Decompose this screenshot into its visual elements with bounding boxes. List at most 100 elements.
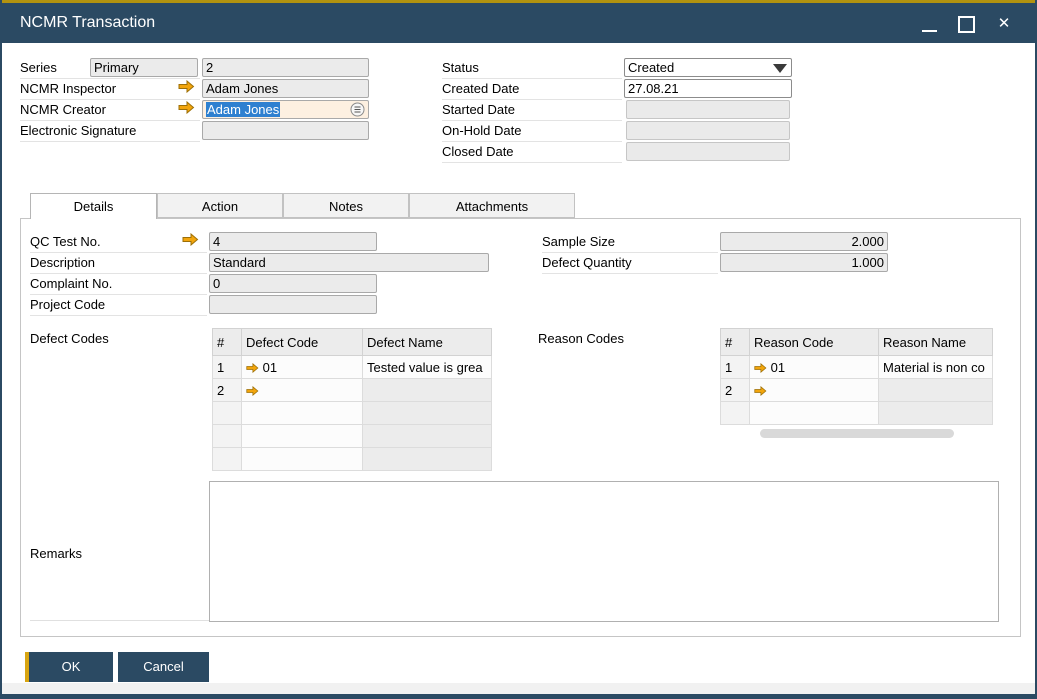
defect-code-cell[interactable] xyxy=(242,402,363,425)
table-row xyxy=(213,425,492,448)
defect-code-cell[interactable] xyxy=(242,379,363,402)
on-hold-date-field xyxy=(626,121,790,140)
defect-name-cell xyxy=(363,402,492,425)
tab-action[interactable]: Action xyxy=(157,193,283,218)
defect-codes-label: Defect Codes xyxy=(30,328,109,349)
column-header: Defect Code xyxy=(242,329,363,356)
defect-quantity-label: Defect Quantity xyxy=(542,252,718,274)
table-row xyxy=(213,402,492,425)
link-arrow-icon[interactable] xyxy=(246,386,259,396)
qc-test-no-field: 4 xyxy=(209,232,377,251)
table-row: 1 01 Tested value is grea xyxy=(213,356,492,379)
link-arrow-icon[interactable] xyxy=(754,363,767,373)
row-number xyxy=(213,402,242,425)
tab-attachments[interactable]: Attachments xyxy=(409,193,575,218)
maximize-button[interactable] xyxy=(953,11,979,37)
row-number xyxy=(213,448,242,471)
reason-code-cell[interactable]: 01 xyxy=(750,356,879,379)
reason-codes-table: # Reason Code Reason Name 1 01 Material … xyxy=(720,328,993,425)
choose-from-list-icon[interactable] xyxy=(350,102,365,117)
tab-details[interactable]: Details xyxy=(30,193,157,219)
closed-date-label: Closed Date xyxy=(442,141,622,163)
created-date-label: Created Date xyxy=(442,78,622,100)
reason-code-cell[interactable] xyxy=(750,402,879,425)
cancel-button[interactable]: Cancel xyxy=(118,652,209,682)
ncmr-inspector-field: Adam Jones xyxy=(202,79,369,98)
series-number-field: 2 xyxy=(202,58,369,77)
reason-name-cell xyxy=(879,402,993,425)
table-row: 2 xyxy=(213,379,492,402)
horizontal-scrollbar[interactable] xyxy=(760,429,954,438)
link-arrow-icon[interactable] xyxy=(754,386,767,396)
sample-size-field: 2.000 xyxy=(720,232,888,251)
remarks-row-separator xyxy=(30,620,209,621)
project-code-field xyxy=(209,295,377,314)
column-header: Reason Name xyxy=(879,329,993,356)
reason-codes-label: Reason Codes xyxy=(538,328,624,349)
sample-size-label: Sample Size xyxy=(542,231,718,253)
series-name-field: Primary xyxy=(90,58,198,77)
status-label: Status xyxy=(442,57,622,79)
defect-code-cell[interactable]: 01 xyxy=(242,356,363,379)
tab-notes[interactable]: Notes xyxy=(283,193,409,218)
selected-text: Adam Jones xyxy=(206,102,280,117)
status-dropdown[interactable]: Created xyxy=(624,58,792,77)
defect-name-cell: Tested value is grea xyxy=(363,356,492,379)
status-value: Created xyxy=(628,60,674,75)
on-hold-date-label: On-Hold Date xyxy=(442,120,622,142)
project-code-label: Project Code xyxy=(30,294,207,316)
ncmr-creator-label: NCMR Creator xyxy=(20,99,200,121)
electronic-signature-field xyxy=(202,121,369,140)
link-arrow-icon[interactable] xyxy=(246,363,259,373)
closed-date-field xyxy=(626,142,790,161)
ncmr-transaction-window: NCMR Transaction ✕ Series Primary 2 NCMR… xyxy=(0,0,1037,699)
table-row xyxy=(721,402,993,425)
column-header: Reason Code xyxy=(750,329,879,356)
close-button[interactable]: ✕ xyxy=(991,11,1017,37)
maximize-icon xyxy=(958,16,975,33)
complaint-no-field: 0 xyxy=(209,274,377,293)
link-arrow-icon[interactable] xyxy=(178,80,195,93)
defect-name-cell xyxy=(363,379,492,402)
column-header: # xyxy=(721,329,750,356)
reason-name-cell: Material is non co xyxy=(879,356,993,379)
remarks-label: Remarks xyxy=(30,543,82,564)
description-label: Description xyxy=(30,252,207,274)
row-number xyxy=(213,425,242,448)
row-number xyxy=(721,402,750,425)
window-bottom-edge xyxy=(2,683,1035,694)
ncmr-inspector-label: NCMR Inspector xyxy=(20,78,200,100)
defect-codes-table: # Defect Code Defect Name 1 01 Tested va… xyxy=(212,328,492,471)
defect-code-cell[interactable] xyxy=(242,448,363,471)
description-field: Standard xyxy=(209,253,489,272)
complaint-no-label: Complaint No. xyxy=(30,273,207,295)
defect-quantity-field: 1.000 xyxy=(720,253,888,272)
row-number: 2 xyxy=(721,379,750,402)
titlebar: NCMR Transaction ✕ xyxy=(2,3,1035,43)
minimize-button[interactable] xyxy=(917,11,943,37)
defect-name-cell xyxy=(363,425,492,448)
electronic-signature-label: Electronic Signature xyxy=(20,120,200,142)
link-arrow-icon[interactable] xyxy=(178,101,195,114)
row-number: 2 xyxy=(213,379,242,402)
window-title: NCMR Transaction xyxy=(20,3,155,43)
started-date-label: Started Date xyxy=(442,99,622,121)
minimize-icon xyxy=(922,30,937,32)
row-number: 1 xyxy=(721,356,750,379)
remarks-textarea[interactable] xyxy=(209,481,999,622)
reason-name-cell xyxy=(879,379,993,402)
defect-code-cell[interactable] xyxy=(242,425,363,448)
table-row: 2 xyxy=(721,379,993,402)
started-date-field xyxy=(626,100,790,119)
ncmr-creator-field[interactable]: Adam Jones xyxy=(202,100,369,119)
table-row: 1 01 Material is non co xyxy=(721,356,993,379)
reason-code-cell[interactable] xyxy=(750,379,879,402)
row-number: 1 xyxy=(213,356,242,379)
column-header: # xyxy=(213,329,242,356)
table-row xyxy=(213,448,492,471)
created-date-field[interactable]: 27.08.21 xyxy=(624,79,792,98)
column-header: Defect Name xyxy=(363,329,492,356)
link-arrow-icon[interactable] xyxy=(182,233,199,246)
chevron-down-icon xyxy=(773,64,787,73)
ok-button[interactable]: OK xyxy=(25,652,113,682)
